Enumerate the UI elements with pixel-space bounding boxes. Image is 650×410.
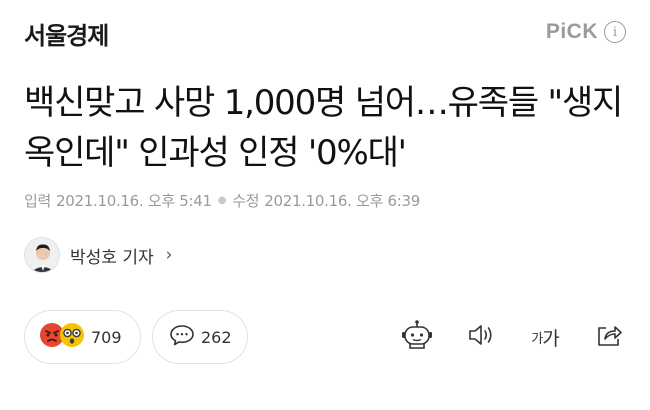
reporter-name: 박성호 기자	[70, 247, 154, 268]
action-bar: 709 262 가 가	[24, 310, 626, 366]
font-size-large-label: 가	[542, 327, 560, 350]
surprised-reaction-icon	[59, 322, 85, 352]
press-logo[interactable]: 서울경제	[24, 16, 109, 51]
input-label: 입력	[24, 192, 52, 210]
summary-bot-button[interactable]	[400, 320, 434, 354]
pick-badge[interactable]: PiCK i	[546, 20, 626, 44]
reporter-link[interactable]: 박성호 기자 ›	[24, 237, 172, 273]
audio-button[interactable]	[464, 320, 498, 354]
input-date: 2021.10.16. 오후 5:41	[56, 192, 212, 210]
reaction-button[interactable]: 709	[24, 310, 141, 364]
audio-icon	[466, 320, 496, 354]
share-button[interactable]	[592, 320, 626, 354]
info-icon[interactable]: i	[604, 21, 626, 43]
comment-button[interactable]: 262	[152, 310, 248, 364]
comment-count: 262	[201, 327, 232, 347]
summary-bot-icon	[400, 318, 434, 356]
pick-label: PiCK	[545, 20, 598, 43]
reporter-avatar	[24, 237, 60, 273]
font-size-button[interactable]: 가가	[528, 320, 562, 354]
modified-label: 수정	[232, 192, 260, 210]
header: 서울경제 PiCK i	[24, 16, 626, 56]
share-icon	[594, 320, 624, 354]
comment-icon	[169, 323, 195, 351]
chevron-right-icon: ›	[165, 245, 173, 265]
reaction-count: 709	[91, 327, 122, 347]
article-dates: 입력 2021.10.16. 오후 5:41 ● 수정 2021.10.16. …	[24, 190, 420, 211]
article-tools: 가가	[400, 320, 626, 354]
dot-separator: ●	[217, 195, 227, 206]
modified-date: 2021.10.16. 오후 6:39	[264, 192, 421, 210]
font-size-small-label: 가	[531, 331, 543, 347]
article-headline: 백신맞고 사망 1,000명 넘어…유족들 "생지옥인데" 인과성 인정 '0%…	[24, 83, 623, 173]
